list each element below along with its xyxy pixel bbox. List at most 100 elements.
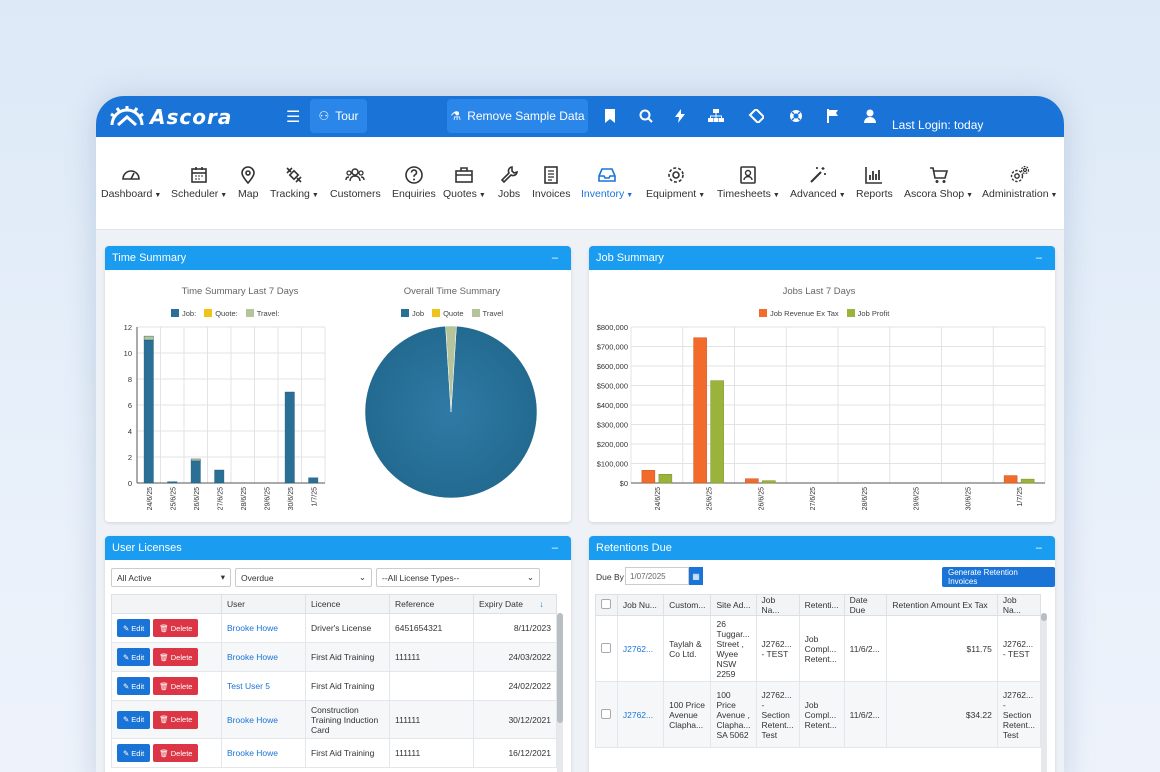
user-cell[interactable]: Test User 5: [221, 671, 306, 701]
bar: [308, 477, 319, 484]
minimize-button[interactable]: –: [552, 252, 558, 264]
lifebuoy-icon[interactable]: [786, 106, 806, 126]
legend-item[interactable]: Job Profit: [846, 309, 889, 318]
column-header[interactable]: Job Nu...: [616, 594, 665, 616]
nav-label: Reports: [856, 188, 893, 200]
delete-button[interactable]: 🗑 Delete: [153, 648, 199, 666]
generate-retention-invoices-button[interactable]: Generate Retention Invoices: [942, 567, 1055, 587]
edit-button[interactable]: ✎ Edit: [117, 619, 151, 637]
legend-item[interactable]: Travel:: [245, 309, 279, 318]
due-by-input[interactable]: 1/07/2025: [625, 567, 689, 585]
column-header[interactable]: Job Na...: [755, 594, 800, 616]
legend-item[interactable]: Job Revenue Ex Tax: [759, 309, 839, 318]
column-header[interactable]: Site Ad...: [710, 594, 757, 616]
user-link[interactable]: Test User 5: [227, 681, 270, 691]
nav-item-timesheets[interactable]: Timesheets ▼: [717, 162, 780, 200]
job-number-cell[interactable]: J2762...: [616, 681, 665, 748]
column-header-expiry[interactable]: Expiry Date ↓: [473, 594, 557, 614]
column-header[interactable]: Retention Amount Ex Tax: [886, 594, 998, 616]
edit-label: Edit: [131, 652, 145, 662]
nav-item-advanced[interactable]: Advanced ▼: [790, 162, 846, 200]
nav-item-jobs[interactable]: Jobs: [498, 162, 520, 200]
magic-wand-icon: [790, 162, 846, 188]
nav-item-inventory[interactable]: Inventory ▼: [581, 162, 633, 200]
tour-button[interactable]: ⚇ Tour: [310, 99, 367, 133]
sitemap-icon[interactable]: [706, 106, 726, 126]
column-header[interactable]: Reference: [389, 594, 474, 614]
menu-icon[interactable]: ☰: [286, 107, 300, 127]
user-link[interactable]: Brooke Howe: [227, 623, 278, 633]
user-cell[interactable]: Brooke Howe: [221, 738, 306, 768]
legend-item[interactable]: Quote:: [204, 309, 238, 318]
nav-item-customers[interactable]: Customers: [330, 162, 381, 200]
select-all-checkbox[interactable]: [595, 594, 618, 616]
logo[interactable]: Ascora: [110, 105, 232, 129]
scrollbar[interactable]: [1041, 613, 1047, 772]
flag-icon[interactable]: [823, 106, 843, 126]
reference-cell: 111111: [389, 738, 474, 768]
bookmark-icon[interactable]: [600, 106, 620, 126]
column-header[interactable]: User: [221, 594, 306, 614]
remove-sample-data-button[interactable]: ⚗ Remove Sample Data: [447, 99, 588, 133]
nav-item-invoices[interactable]: Invoices: [532, 162, 571, 200]
legend-item[interactable]: Job: [401, 309, 424, 318]
delete-button[interactable]: 🗑 Delete: [153, 744, 199, 762]
user-link[interactable]: Brooke Howe: [227, 748, 278, 758]
delete-button[interactable]: 🗑 Delete: [153, 710, 199, 729]
nav-item-equipment[interactable]: Equipment ▼: [646, 162, 705, 200]
edit-button[interactable]: ✎ Edit: [117, 677, 151, 695]
column-header[interactable]: Date Due: [843, 594, 888, 616]
trash-icon: 🗑: [159, 652, 169, 662]
nav-item-enquiries[interactable]: Enquiries: [392, 162, 436, 200]
calendar-icon[interactable]: ▦: [689, 567, 703, 585]
legend-item[interactable]: Quote: [432, 309, 464, 318]
nav-item-tracking[interactable]: Tracking ▼: [270, 162, 319, 200]
minimize-button[interactable]: –: [1036, 252, 1042, 264]
user-link[interactable]: Brooke Howe: [227, 715, 278, 725]
scrollbar-thumb[interactable]: [557, 613, 563, 723]
job-number-cell[interactable]: J2762...: [616, 615, 665, 682]
user-cell[interactable]: Brooke Howe: [221, 642, 306, 672]
column-header[interactable]: Retenti...: [798, 594, 845, 616]
y-tick-label: 12: [124, 323, 132, 332]
column-header[interactable]: Custom...: [663, 594, 712, 616]
user-link[interactable]: Brooke Howe: [227, 652, 278, 662]
row-checkbox[interactable]: [595, 681, 618, 748]
legend-item[interactable]: Travel: [471, 309, 503, 318]
user-cell[interactable]: Brooke Howe: [221, 613, 306, 643]
ticket-icon[interactable]: [746, 106, 766, 126]
user-icon[interactable]: [860, 106, 880, 126]
status-filter-select[interactable]: All Active ▾: [111, 568, 231, 587]
delete-button[interactable]: 🗑 Delete: [153, 619, 199, 637]
nav-item-scheduler[interactable]: Scheduler ▼: [171, 162, 227, 200]
nav-item-quotes[interactable]: Quotes ▼: [443, 162, 486, 200]
nav-item-ascora-shop[interactable]: Ascora Shop ▼: [904, 162, 973, 200]
nav-item-administration[interactable]: Administration ▼: [982, 162, 1057, 200]
search-icon[interactable]: [636, 106, 656, 126]
nav-item-map[interactable]: Map: [238, 162, 258, 200]
y-tick-label: $500,000: [597, 382, 628, 391]
column-header[interactable]: Licence: [305, 594, 390, 614]
license-type-select[interactable]: --All License Types-- ⌄: [376, 568, 540, 587]
job-name-cell: J2762... - TEST: [755, 615, 800, 682]
edit-button[interactable]: ✎ Edit: [117, 744, 151, 762]
binoculars-icon: ⚇: [318, 109, 330, 123]
bolt-icon[interactable]: [670, 106, 690, 126]
edit-button[interactable]: ✎ Edit: [117, 710, 151, 729]
delete-button[interactable]: 🗑 Delete: [153, 677, 199, 695]
overdue-filter-select[interactable]: Overdue ⌄: [235, 568, 372, 587]
panel-header: Time Summary –: [105, 246, 571, 270]
column-header[interactable]: Job Na...: [996, 594, 1042, 616]
minimize-button[interactable]: –: [1036, 542, 1042, 554]
nav-item-dashboard[interactable]: Dashboard ▼: [101, 162, 161, 200]
job-link[interactable]: J2762...: [623, 644, 653, 654]
scrollbar-thumb[interactable]: [1041, 613, 1047, 621]
job-link[interactable]: J2762...: [623, 710, 653, 720]
edit-button[interactable]: ✎ Edit: [117, 648, 151, 666]
sort-arrow-icon[interactable]: ↓: [539, 599, 543, 609]
minimize-button[interactable]: –: [552, 542, 558, 554]
legend-item[interactable]: Job:: [171, 309, 196, 318]
user-cell[interactable]: Brooke Howe: [221, 700, 306, 739]
nav-item-reports[interactable]: Reports: [856, 162, 893, 200]
row-checkbox[interactable]: [595, 615, 618, 682]
